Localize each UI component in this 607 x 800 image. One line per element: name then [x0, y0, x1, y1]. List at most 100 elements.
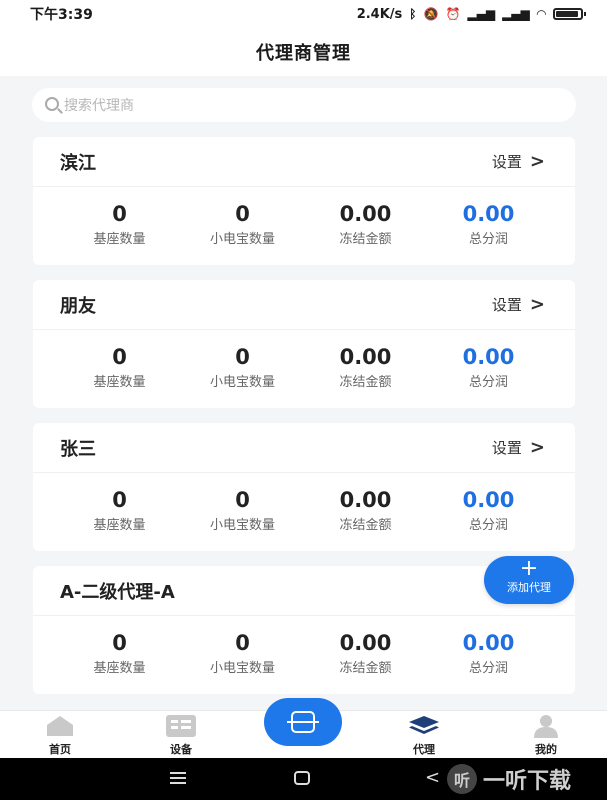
tab-label: 代理 — [413, 743, 435, 756]
battery-level — [556, 11, 578, 17]
stat-total-profit: 0.00 总分润 — [427, 487, 550, 533]
status-bar: 下午3:39 2.4K/s ᛒ 🔕 ⏰ ▂▄▆ ▂▄▆ ◠ — [0, 0, 607, 28]
stat-value: 0.00 — [339, 345, 392, 369]
bluetooth-icon: ᛒ — [409, 7, 417, 21]
settings-link[interactable]: 设置 > — [492, 437, 545, 458]
stat-device-count: 0 小电宝数量 — [181, 344, 304, 390]
agent-name: 张三 — [60, 438, 96, 460]
agent-stats: 0 基座数量 0 小电宝数量 0.00 冻结金额 0.00 总分润 — [33, 616, 575, 676]
agent-stats: 0 基座数量 0 小电宝数量 0.00 冻结金额 0.00 总分润 — [33, 187, 575, 247]
stat-label: 小电宝数量 — [209, 375, 275, 390]
back-icon[interactable]: < — [425, 767, 440, 788]
status-icons: 2.4K/s ᛒ 🔕 ⏰ ▂▄▆ ▂▄▆ ◠ — [356, 6, 586, 22]
tab-devices[interactable]: 设备 — [141, 714, 221, 757]
stat-label: 小电宝数量 — [209, 232, 275, 247]
stat-base-count: 0 基座数量 — [58, 344, 181, 390]
search-placeholder: 搜索代理商 — [64, 98, 134, 114]
agent-stats: 0 基座数量 0 小电宝数量 0.00 冻结金额 0.00 总分润 — [33, 473, 575, 533]
watermark-logo: 听 — [447, 764, 477, 794]
stat-frozen-amount: 0.00 冻结金额 — [304, 630, 427, 676]
agent-name: 滨江 — [60, 152, 96, 174]
stat-value: 0.00 — [339, 202, 392, 226]
stat-frozen-amount: 0.00 冻结金额 — [304, 201, 427, 247]
stat-label: 基座数量 — [93, 518, 146, 533]
settings-label: 设置 — [491, 153, 522, 171]
stat-label: 总分润 — [468, 518, 508, 533]
agent-name: 朋友 — [60, 295, 96, 317]
stat-label: 冻结金额 — [339, 518, 392, 533]
add-agent-button[interactable]: + 添加代理 — [484, 556, 574, 604]
wifi-icon: ◠ — [536, 7, 546, 21]
stat-label: 总分润 — [468, 661, 508, 676]
home-icon — [20, 714, 100, 738]
status-time: 下午3:39 — [30, 7, 93, 23]
tab-me[interactable]: 我的 — [506, 714, 586, 757]
stat-label: 总分润 — [468, 375, 508, 390]
settings-label: 设置 — [491, 439, 522, 457]
tab-bar: 首页 设备 代理 我的 — [0, 698, 607, 758]
watermark: 听 一听下载 — [447, 763, 571, 795]
stat-frozen-amount: 0.00 冻结金额 — [304, 487, 427, 533]
stat-label: 冻结金额 — [339, 661, 392, 676]
agent-card: 滨江 设置 > 0 基座数量 0 小电宝数量 0.00 冻结金额 0.00 总分润 — [33, 137, 575, 265]
stat-value: 0.00 — [462, 202, 515, 226]
chevron-right-icon: > — [529, 151, 545, 172]
stat-value: 0 — [112, 488, 127, 512]
stat-total-profit: 0.00 总分润 — [427, 344, 550, 390]
stat-value: 0 — [112, 631, 127, 655]
network-speed: 2.4K/s — [356, 6, 403, 22]
agent-card: 张三 设置 > 0 基座数量 0 小电宝数量 0.00 冻结金额 0.00 总分润 — [33, 423, 575, 551]
search-input[interactable]: 搜索代理商 — [32, 88, 576, 122]
stat-label: 冻结金额 — [339, 232, 392, 247]
stat-label: 小电宝数量 — [209, 661, 275, 676]
settings-label: 设置 — [491, 296, 522, 314]
tab-agents[interactable]: 代理 — [384, 714, 464, 757]
stat-value: 0 — [235, 631, 250, 655]
stat-base-count: 0 基座数量 — [58, 487, 181, 533]
search-icon — [45, 97, 59, 111]
stat-value: 0.00 — [339, 488, 392, 512]
stat-value: 0.00 — [462, 345, 515, 369]
stat-value: 0 — [112, 202, 127, 226]
signal-icon: ▂▄▆ — [502, 7, 530, 21]
agent-card-header: 张三 设置 > — [33, 423, 575, 473]
alarm-icon: ⏰ — [445, 7, 461, 21]
stat-value: 0 — [235, 345, 250, 369]
agent-card-header: 朋友 设置 > — [33, 280, 575, 330]
chevron-right-icon: > — [529, 294, 545, 315]
stat-value: 0 — [235, 488, 250, 512]
device-list-icon — [141, 714, 221, 738]
layers-icon — [384, 714, 464, 738]
scan-button[interactable] — [264, 698, 342, 746]
add-agent-label: 添加代理 — [507, 581, 551, 594]
home-button-icon[interactable] — [294, 771, 310, 785]
stat-value: 0 — [112, 345, 127, 369]
agent-name: A-二级代理-A — [60, 581, 175, 603]
menu-icon[interactable] — [170, 772, 186, 784]
stat-frozen-amount: 0.00 冻结金额 — [304, 344, 427, 390]
stat-device-count: 0 小电宝数量 — [181, 487, 304, 533]
stat-value: 0.00 — [462, 631, 515, 655]
settings-link[interactable]: 设置 > — [492, 151, 545, 172]
agent-stats: 0 基座数量 0 小电宝数量 0.00 冻结金额 0.00 总分润 — [33, 330, 575, 390]
settings-link[interactable]: 设置 > — [492, 294, 545, 315]
tab-label: 我的 — [535, 743, 557, 756]
agent-card-header: 滨江 设置 > — [33, 137, 575, 187]
chevron-right-icon: > — [529, 437, 545, 458]
stat-label: 小电宝数量 — [209, 518, 275, 533]
stat-device-count: 0 小电宝数量 — [181, 630, 304, 676]
user-icon — [506, 714, 586, 738]
tab-label: 首页 — [49, 743, 71, 756]
stat-label: 冻结金额 — [339, 375, 392, 390]
plus-icon: + — [519, 556, 539, 581]
stat-device-count: 0 小电宝数量 — [181, 201, 304, 247]
stat-label: 基座数量 — [93, 232, 146, 247]
stat-value: 0 — [235, 202, 250, 226]
stat-value: 0.00 — [339, 631, 392, 655]
stat-value: 0.00 — [462, 488, 515, 512]
stat-total-profit: 0.00 总分润 — [427, 201, 550, 247]
battery-icon — [553, 8, 586, 20]
watermark-text: 一听下载 — [483, 769, 572, 794]
tab-home[interactable]: 首页 — [20, 714, 100, 757]
stat-label: 总分润 — [468, 232, 508, 247]
